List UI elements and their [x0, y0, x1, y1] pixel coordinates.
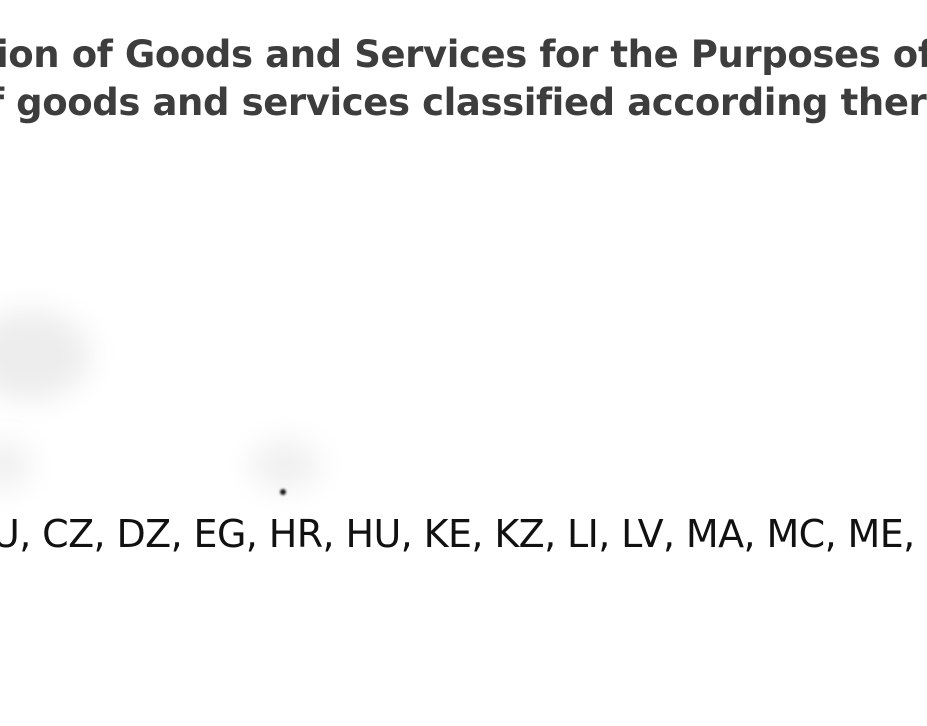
ink-dot [280, 489, 286, 495]
scan-smudge [250, 440, 320, 490]
scan-smudge [0, 310, 90, 400]
heading-line-2: f goods and services classified accordin… [0, 81, 927, 124]
designated-countries-text: U, CZ, DZ, EG, HR, HU, KE, KZ, LI, LV, M… [0, 512, 927, 556]
scan-smudge [0, 440, 30, 490]
document-page: ion of Goods and Services for the Purpos… [0, 0, 927, 726]
heading-line-1: ion of Goods and Services for the Purpos… [0, 33, 927, 76]
